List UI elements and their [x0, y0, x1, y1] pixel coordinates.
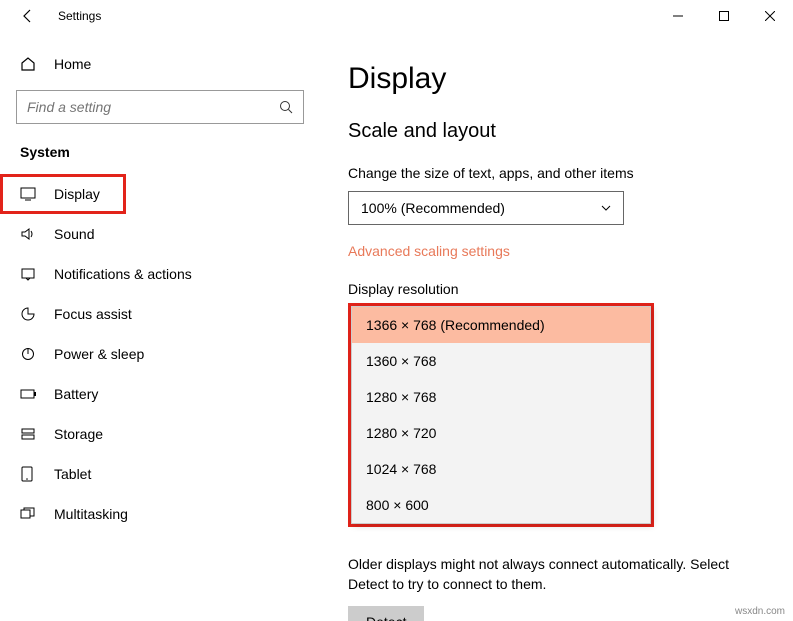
- display-icon: [20, 187, 40, 201]
- home-icon: [20, 56, 40, 72]
- sidebar-item-battery[interactable]: Battery: [0, 374, 320, 414]
- older-displays-text: Older displays might not always connect …: [348, 555, 769, 594]
- sidebar-item-tablet[interactable]: Tablet: [0, 454, 320, 494]
- sidebar-section-header: System: [0, 144, 320, 174]
- titlebar: Settings: [0, 0, 793, 32]
- sidebar-item-sound[interactable]: Sound: [0, 214, 320, 254]
- scale-value: 100% (Recommended): [361, 200, 505, 216]
- nav-label: Storage: [54, 426, 103, 442]
- advanced-scaling-link[interactable]: Advanced scaling settings: [348, 243, 769, 259]
- nav-label: Tablet: [54, 466, 91, 482]
- battery-icon: [20, 388, 40, 400]
- nav-label: Display: [54, 186, 100, 202]
- focus-assist-icon: [20, 306, 40, 322]
- resolution-option[interactable]: 1280 × 768: [352, 379, 650, 415]
- back-button[interactable]: [18, 6, 38, 26]
- resolution-label: Display resolution: [348, 281, 769, 297]
- maximize-button[interactable]: [701, 0, 747, 32]
- sidebar-item-storage[interactable]: Storage: [0, 414, 320, 454]
- page-title: Display: [348, 62, 769, 96]
- power-icon: [20, 346, 40, 362]
- detect-button[interactable]: Detect: [348, 606, 424, 621]
- search-icon: [279, 100, 293, 114]
- sidebar-item-multitasking[interactable]: Multitasking: [0, 494, 320, 534]
- window-controls: [655, 0, 793, 32]
- resolution-option[interactable]: 800 × 600: [352, 487, 650, 523]
- sidebar-item-notifications[interactable]: Notifications & actions: [0, 254, 320, 294]
- main-panel: Display Scale and layout Change the size…: [320, 32, 793, 621]
- resolution-option[interactable]: 1360 × 768: [352, 343, 650, 379]
- sidebar-item-display[interactable]: Display: [0, 174, 126, 214]
- scale-field-label: Change the size of text, apps, and other…: [348, 165, 769, 181]
- resolution-dropdown-open: 1366 × 768 (Recommended) 1360 × 768 1280…: [351, 306, 651, 524]
- nav-label: Battery: [54, 386, 98, 402]
- nav-label: Notifications & actions: [54, 266, 192, 282]
- scale-dropdown[interactable]: 100% (Recommended): [348, 191, 624, 225]
- nav-label: Multitasking: [54, 506, 128, 522]
- resolution-option[interactable]: 1366 × 768 (Recommended): [352, 307, 650, 343]
- sound-icon: [20, 227, 40, 241]
- search-input[interactable]: [27, 99, 279, 115]
- sidebar: Home System Display Sound Notifications …: [0, 32, 320, 621]
- storage-icon: [20, 427, 40, 441]
- sidebar-home-label: Home: [54, 56, 91, 72]
- close-button[interactable]: [747, 0, 793, 32]
- sidebar-home[interactable]: Home: [0, 46, 320, 82]
- nav-label: Sound: [54, 226, 94, 242]
- nav-label: Power & sleep: [54, 346, 144, 362]
- chevron-down-icon: [601, 205, 611, 211]
- nav-label: Focus assist: [54, 306, 132, 322]
- tablet-icon: [20, 466, 40, 482]
- multitasking-icon: [20, 507, 40, 521]
- watermark: wsxdn.com: [735, 606, 785, 617]
- sidebar-item-power-sleep[interactable]: Power & sleep: [0, 334, 320, 374]
- section-scale-layout: Scale and layout: [348, 120, 769, 143]
- resolution-dropdown-highlight: 1366 × 768 (Recommended) 1360 × 768 1280…: [348, 303, 654, 527]
- resolution-option[interactable]: 1280 × 720: [352, 415, 650, 451]
- search-box[interactable]: [16, 90, 304, 124]
- sidebar-item-focus-assist[interactable]: Focus assist: [0, 294, 320, 334]
- window-title: Settings: [58, 9, 101, 23]
- minimize-button[interactable]: [655, 0, 701, 32]
- resolution-option[interactable]: 1024 × 768: [352, 451, 650, 487]
- notifications-icon: [20, 267, 40, 281]
